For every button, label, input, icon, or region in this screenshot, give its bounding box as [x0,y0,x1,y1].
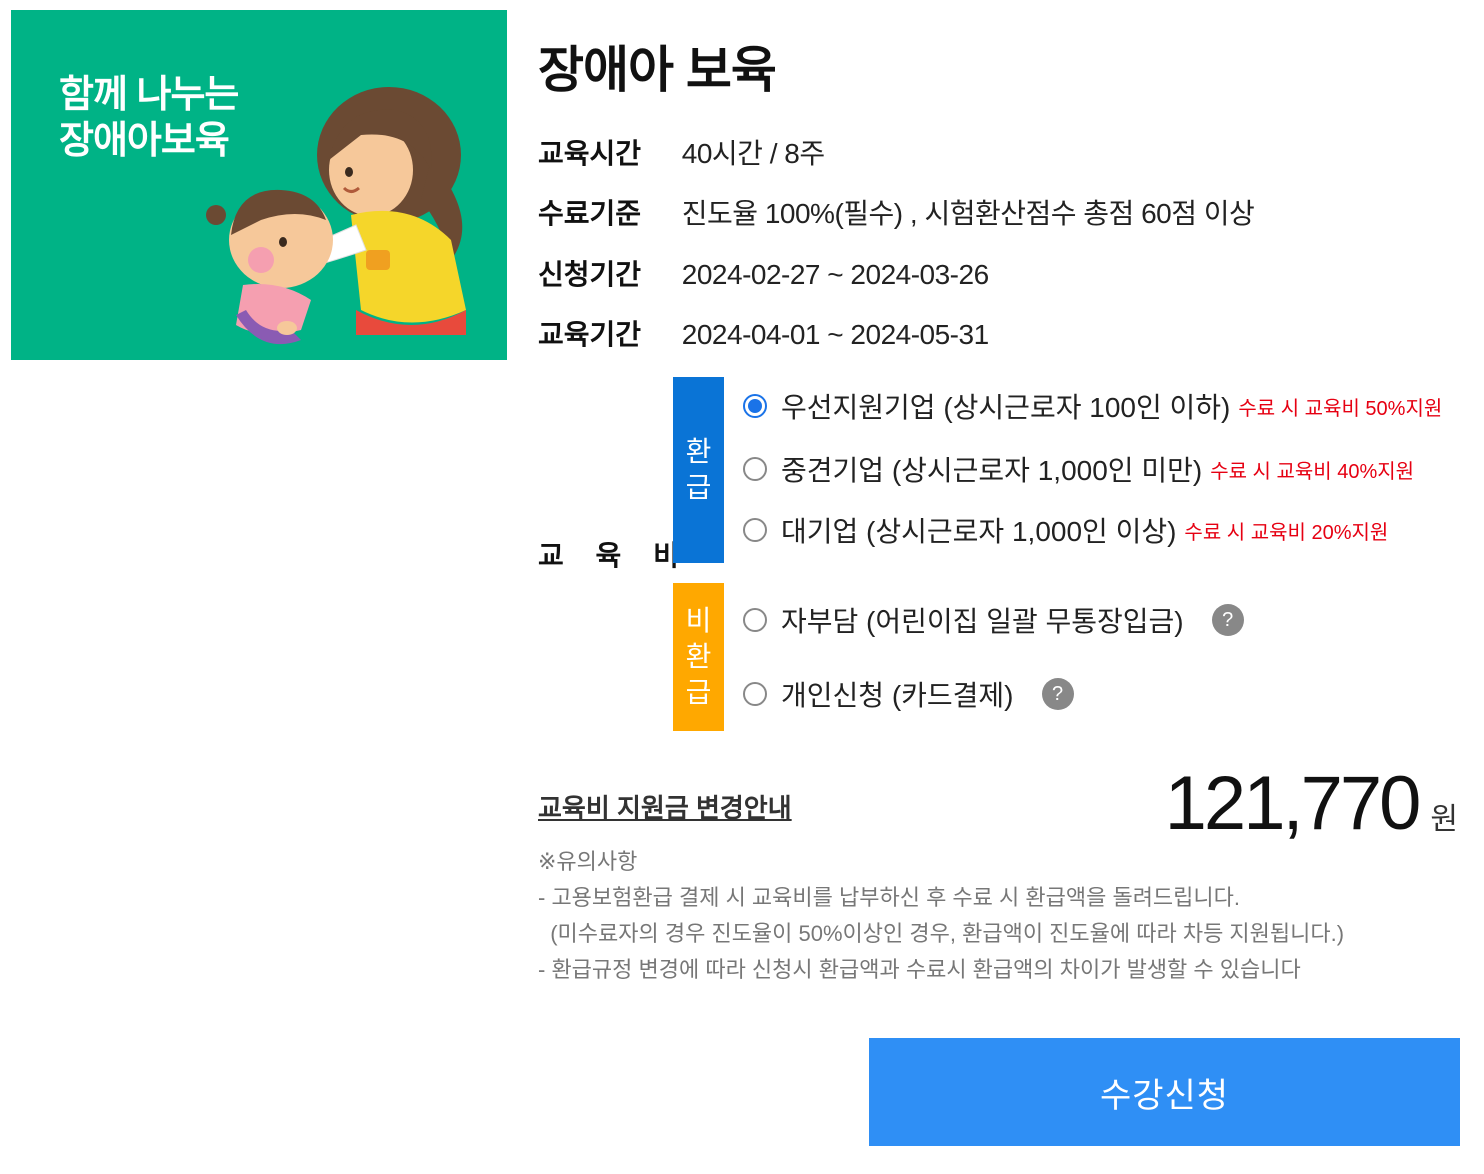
option-support-note: 수료 시 교육비 20%지원 [1184,521,1389,544]
banner-text: 함께 나누는 장애아보육 [59,72,239,164]
price: 121,770 원 [1165,760,1458,847]
option-label[interactable]: 중견기업 (상시근로자 1,000인 미만) [781,449,1202,489]
refund-tag-char: 환 [685,436,712,467]
option-support-note: 수료 시 교육비 40%지원 [1210,460,1415,483]
option-support-note: 수료 시 교육비 50%지원 [1238,397,1443,420]
info-label: 신청기간 [538,259,642,290]
fee-option-large-company[interactable]: 대기업 (상시근로자 1,000인 이상) 수료 시 교육비 20%지원 [743,510,1388,550]
notice-item: - 환급규정 변경에 따라 신청시 환급액과 수료시 환급액의 차이가 발생할 … [538,957,1301,982]
course-thumbnail: 함께 나누는 장애아보육 [11,10,507,360]
info-row-study-time: 교육시간 40시간 / 8주 [538,134,825,174]
info-label: 수료기준 [538,198,642,229]
info-row-completion-criteria: 수료기준 진도율 100%(필수) , 시험환산점수 총점 60점 이상 [538,194,1255,234]
fee-option-self-pay[interactable]: 자부담 (어린이집 일괄 무통장입금) ? [743,600,1244,640]
info-label: 교육기간 [538,319,642,350]
price-unit: 원 [1430,803,1458,836]
option-label[interactable]: 우선지원기업 (상시근로자 100인 이하) [781,386,1230,426]
nonrefund-tag-char: 환 [685,641,712,672]
info-value: 진도율 100%(필수) , 시험환산점수 총점 60점 이상 [681,198,1255,229]
fee-option-priority-company[interactable]: 우선지원기업 (상시근로자 100인 이하) 수료 시 교육비 50%지원 [743,386,1442,426]
nonrefund-tag: 비 환 급 [673,583,724,731]
radio-button-selected[interactable] [743,394,767,418]
refund-tag: 환 급 [673,377,724,563]
fee-label: 교 육 비 [538,540,691,571]
notice-item: - 고용보험환급 결제 시 교육비를 납부하신 후 수료 시 환급액을 돌려드립… [538,885,1241,910]
apply-button[interactable]: 수강신청 [869,1038,1460,1146]
fee-option-midsize-company[interactable]: 중견기업 (상시근로자 1,000인 미만) 수료 시 교육비 40%지원 [743,449,1414,489]
info-label: 교육시간 [538,138,642,169]
notice-list: ※유의사항 - 고용보험환급 결제 시 교육비를 납부하신 후 수료 시 환급액… [538,844,1344,988]
caregiver-child-illustration [206,87,466,345]
radio-button[interactable] [743,608,767,632]
info-value: 2024-04-01 ~ 2024-05-31 [681,319,989,350]
radio-button[interactable] [743,682,767,706]
price-amount: 121,770 [1164,761,1422,846]
subsidy-change-notice-link[interactable]: 교육비 지원금 변경안내 [538,788,792,825]
nonrefund-tag-char: 급 [685,677,712,708]
radio-button[interactable] [743,518,767,542]
info-value: 40시간 / 8주 [681,138,825,169]
info-value: 2024-02-27 ~ 2024-03-26 [681,259,989,290]
option-label[interactable]: 대기업 (상시근로자 1,000인 이상) [781,510,1176,550]
fee-option-personal-card[interactable]: 개인신청 (카드결제) ? [743,674,1074,714]
radio-button[interactable] [743,457,767,481]
banner-line-1: 함께 나누는 [59,74,239,116]
notice-item: ※유의사항 [538,849,638,874]
course-title: 장애아 보육 [538,42,777,98]
help-icon[interactable]: ? [1211,604,1244,636]
info-row-study-period: 교육기간 2024-04-01 ~ 2024-05-31 [538,315,989,355]
option-label[interactable]: 개인신청 (카드결제) [781,674,1014,714]
notice-item: (미수료자의 경우 진도율이 50%이상인 경우, 환급액이 진도율에 따라 차… [538,921,1345,946]
help-icon[interactable]: ? [1041,678,1074,710]
banner-line-2: 장애아보육 [59,120,230,162]
refund-tag-char: 급 [685,472,712,503]
nonrefund-tag-char: 비 [685,605,712,636]
info-row-application-period: 신청기간 2024-02-27 ~ 2024-03-26 [538,255,989,295]
option-label[interactable]: 자부담 (어린이집 일괄 무통장입금) [781,600,1184,640]
